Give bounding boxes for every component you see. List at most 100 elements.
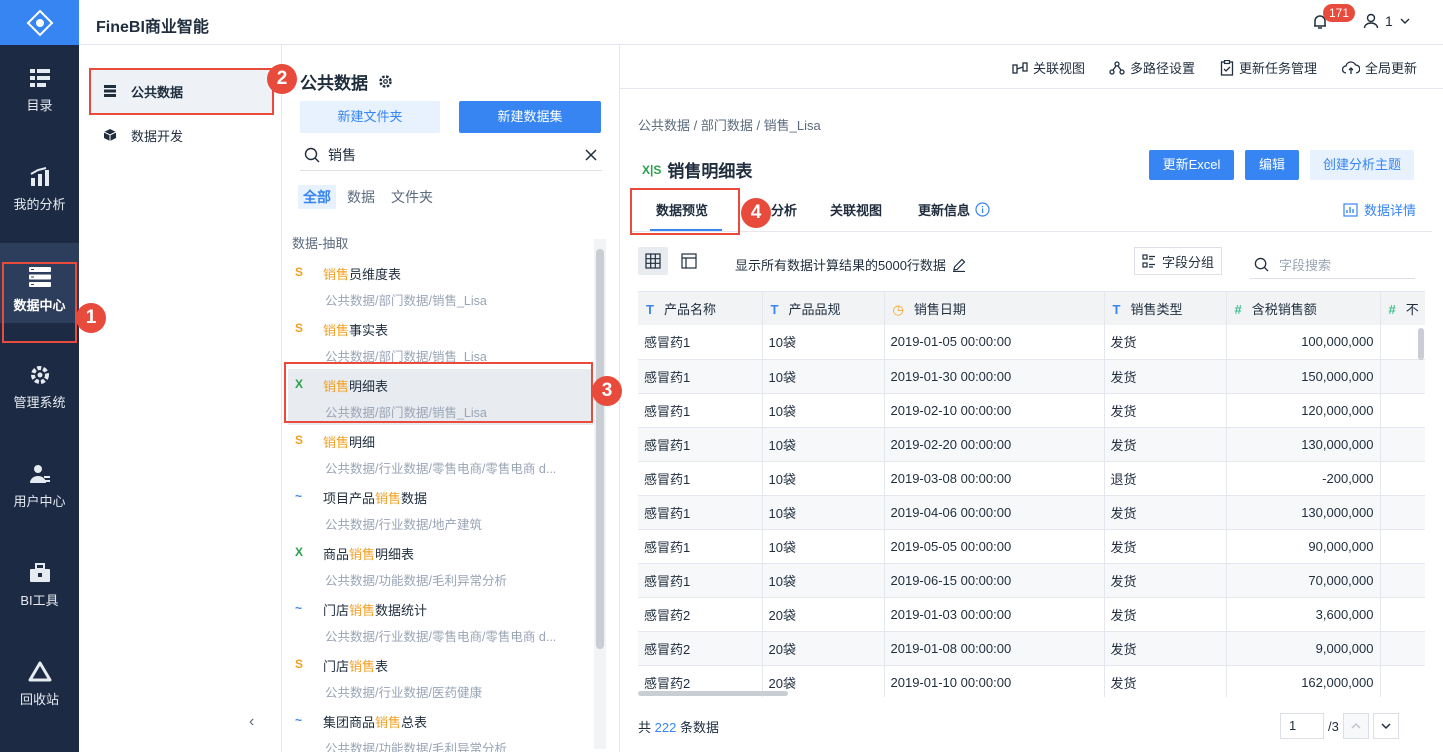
field-group-button[interactable]: 字段分组	[1134, 247, 1222, 275]
relation-view-button[interactable]: 关联视图	[1012, 58, 1085, 77]
search-input[interactable]: 销售	[328, 145, 576, 165]
nav-bi-tools[interactable]: BI工具	[0, 540, 79, 620]
field-view-button[interactable]	[674, 247, 704, 275]
table-row[interactable]: 感冒药1 10袋 2019-05-05 00:00:00 发货 90,000,000	[638, 529, 1425, 564]
dataset-path: 公共数据/功能数据/毛利异常分析	[325, 742, 507, 752]
breadcrumb: 公共数据 / 部门数据 / 销售_Lisa	[638, 118, 821, 133]
table-row[interactable]: 感冒药1 10袋 2019-02-10 00:00:00 发货 120,000,000	[638, 393, 1425, 428]
data-preview-table[interactable]: T 产品名称 T 产品品规 ◷ 销售日期 T 销售类型 # 含税销售额 # 不 感冒药1 10袋 2019…	[638, 291, 1425, 697]
column-header[interactable]: T 销售类型	[1104, 292, 1227, 325]
table-cell: 20袋	[762, 631, 885, 666]
close-icon[interactable]	[584, 148, 598, 162]
create-subject-button[interactable]: 创建分析主题	[1310, 150, 1414, 180]
name-suffix: 事实表	[349, 323, 389, 338]
user-menu[interactable]: 1	[1363, 13, 1411, 29]
table-cell: 发货	[1104, 393, 1227, 428]
page-input[interactable]: 1	[1280, 713, 1324, 739]
update-excel-button[interactable]: 更新Excel	[1149, 150, 1234, 180]
global-update-button[interactable]: 全局更新	[1342, 58, 1417, 77]
column-header[interactable]: # 不	[1380, 292, 1425, 325]
column-header[interactable]: T 产品品规	[762, 292, 885, 325]
table-row[interactable]: 感冒药1 10袋 2019-01-05 00:00:00 发货 100,000,000	[638, 325, 1425, 360]
dataset-item[interactable]: S 销售员维度表 公共数据/部门数据/销售_Lisa	[288, 257, 593, 313]
table-row[interactable]: 感冒药1 10袋 2019-04-06 00:00:00 发货 130,000,000	[638, 495, 1425, 530]
sql-dataset-icon: S	[295, 657, 304, 671]
new-folder-button[interactable]: 新建文件夹	[300, 101, 440, 133]
multi-path-button[interactable]: 多路径设置	[1109, 58, 1195, 77]
column-header[interactable]: ◷ 销售日期	[884, 292, 1105, 325]
dataset-item[interactable]: ~ 集团商品销售总表 公共数据/功能数据/毛利异常分析	[288, 705, 593, 752]
column-header[interactable]: # 含税销售额	[1226, 292, 1381, 325]
tab-analysis[interactable]: 分析	[771, 200, 797, 219]
table-row[interactable]: 感冒药1 10袋 2019-02-20 00:00:00 发货 130,000,000	[638, 427, 1425, 462]
table-cell: 感冒药1	[638, 563, 763, 598]
dataset-item[interactable]: X 商品销售明细表 公共数据/功能数据/毛利异常分析	[288, 537, 593, 593]
table-cell	[1380, 393, 1425, 428]
excel-icon: X|S	[642, 162, 662, 177]
highlight-box-2	[89, 68, 274, 115]
field-search-input[interactable]: 字段搜索	[1279, 255, 1331, 274]
nav-admin-system[interactable]: 管理系统	[0, 342, 79, 422]
table-cell: 感冒药2	[638, 597, 763, 632]
data-detail-link[interactable]: 数据详情	[1343, 200, 1416, 219]
table-cell	[1380, 495, 1425, 530]
next-page-button[interactable]	[1372, 713, 1399, 739]
column-name: 产品品规	[788, 302, 841, 317]
update-task-button[interactable]: 更新任务管理	[1220, 58, 1317, 77]
name-highlight: 销售	[375, 715, 402, 730]
table-row[interactable]: 感冒药1 10袋 2019-03-08 00:00:00 退货 -200,000	[638, 461, 1425, 496]
nav-catalog[interactable]: 目录	[0, 45, 79, 125]
table-hscroll[interactable]	[638, 691, 788, 696]
table-cell: 感冒药1	[638, 461, 763, 496]
table-row[interactable]: 感冒药1 10袋 2019-06-15 00:00:00 发货 70,000,000	[638, 563, 1425, 598]
dataset-item[interactable]: S 销售事实表 公共数据/部门数据/销售_Lisa	[288, 313, 593, 369]
tab-update-info[interactable]: 更新信息	[918, 200, 990, 219]
grid-view-button[interactable]	[638, 247, 668, 275]
list-scrollbar[interactable]	[594, 239, 606, 749]
new-dataset-button[interactable]: 新建数据集	[459, 101, 601, 133]
nav-recycle-bin[interactable]: 回收站	[0, 639, 79, 719]
grid-icon	[645, 253, 661, 269]
dataset-item[interactable]: S 门店销售表 公共数据/行业数据/医药健康	[288, 649, 593, 705]
table-cell: 2019-06-15 00:00:00	[884, 563, 1105, 598]
table-cell: 发货	[1104, 427, 1227, 462]
pencil-icon[interactable]	[952, 258, 966, 272]
filter-all[interactable]: 全部	[298, 185, 336, 209]
table-row[interactable]: 感冒药1 10袋 2019-01-30 00:00:00 发货 150,000,000	[638, 359, 1425, 394]
logo-icon	[26, 9, 53, 36]
xls-dataset-icon: X	[295, 545, 304, 559]
filter-folder[interactable]: 文件夹	[386, 185, 438, 209]
table-cell	[1380, 563, 1425, 598]
date-type-icon: ◷	[892, 302, 904, 317]
column-name: 销售日期	[913, 302, 966, 317]
field-search[interactable]: 字段搜索	[1250, 251, 1415, 279]
table-row[interactable]: 感冒药2 20袋 2019-01-08 00:00:00 发货 9,000,000	[638, 631, 1425, 666]
settings-icon[interactable]	[378, 74, 393, 89]
dataset-item[interactable]: ~ 门店销售数据统计 公共数据/行业数据/零售电商/零售电商 d...	[288, 593, 593, 649]
prev-page-button[interactable]	[1342, 713, 1369, 739]
nav-user-center[interactable]: 用户中心	[0, 441, 79, 521]
menu-data-dev[interactable]: 数据开发	[91, 113, 275, 157]
table-cell: 10袋	[762, 563, 885, 598]
name-prefix: 项目产品	[323, 491, 376, 506]
table-row[interactable]: 感冒药2 20袋 2019-01-03 00:00:00 发货 3,600,000	[638, 597, 1425, 632]
filter-data[interactable]: 数据	[342, 185, 380, 209]
sql-dataset-icon: S	[295, 321, 304, 335]
nav-my-analysis[interactable]: 我的分析	[0, 144, 79, 224]
tab-relation-view[interactable]: 关联视图	[830, 200, 882, 219]
table-cell: 2019-05-05 00:00:00	[884, 529, 1105, 564]
column-header[interactable]: T 产品名称	[638, 292, 763, 325]
group-icon	[1142, 254, 1155, 268]
app-logo[interactable]	[0, 0, 79, 45]
dataset-item[interactable]: S 销售明细 公共数据/行业数据/零售电商/零售电商 d...	[288, 425, 593, 481]
table-vscroll[interactable]	[1418, 328, 1424, 360]
name-suffix: 总表	[401, 715, 428, 730]
side-nav: 目录 我的分析 数据中心 管理系统 用户中心 BI工具 回收站	[0, 45, 79, 752]
table-cell: 发货	[1104, 359, 1227, 394]
edit-button[interactable]: 编辑	[1245, 150, 1299, 180]
dataset-search[interactable]: 销售	[300, 139, 602, 171]
dataset-item[interactable]: ~ 项目产品销售数据 公共数据/行业数据/地产建筑	[288, 481, 593, 537]
notification-badge: 171	[1323, 4, 1356, 22]
collapse-panel-icon[interactable]: ‹	[249, 713, 254, 731]
highlight-box-1	[2, 262, 77, 343]
